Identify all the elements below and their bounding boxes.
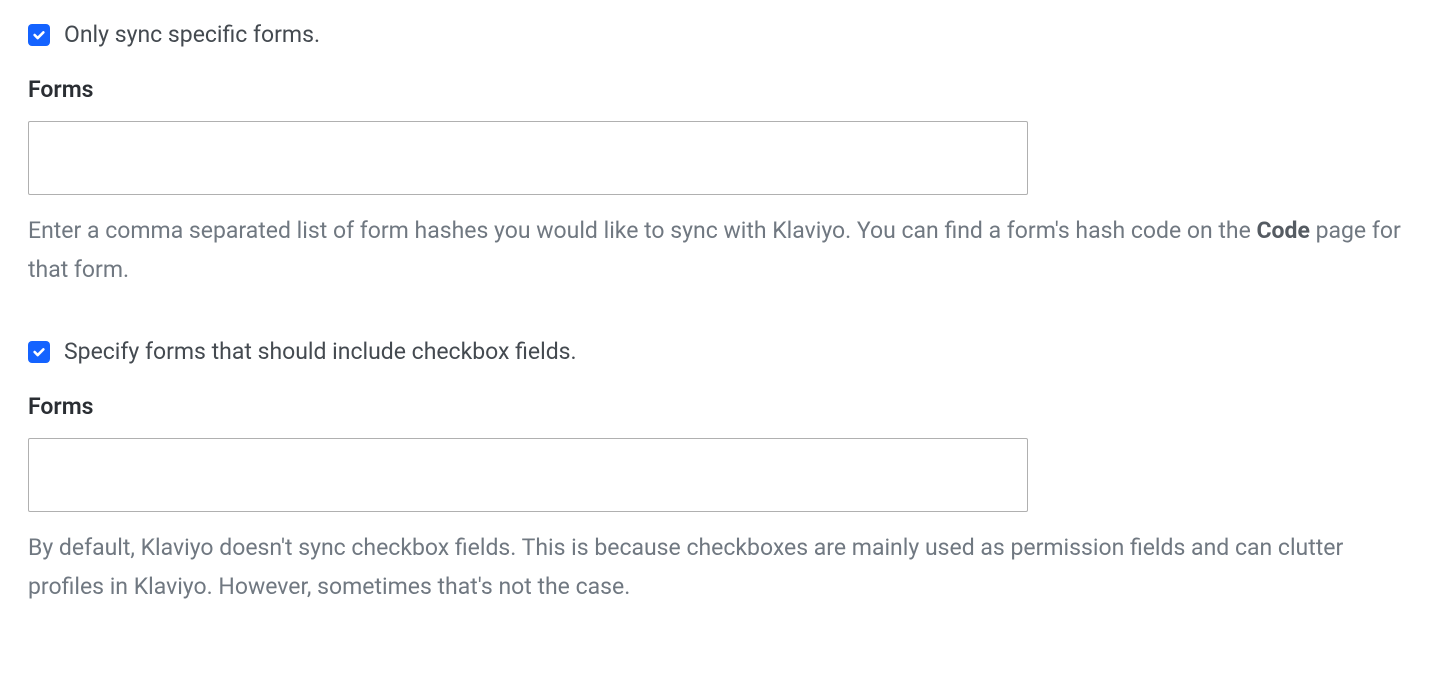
sync-specific-forms-section: Only sync specific forms. Forms Enter a … xyxy=(28,20,1416,289)
sync-specific-forms-checkbox[interactable] xyxy=(28,24,50,46)
checkbox-fields-row: Specify forms that should include checkb… xyxy=(28,337,1416,367)
forms-helper-1: Enter a comma separated list of form has… xyxy=(28,211,1408,289)
helper-text-pre: Enter a comma separated list of form has… xyxy=(28,217,1256,244)
checkmark-icon xyxy=(32,345,46,359)
forms-label-2: Forms xyxy=(28,393,1416,420)
sync-specific-forms-row: Only sync specific forms. xyxy=(28,20,1416,50)
forms-input-2[interactable] xyxy=(28,438,1028,512)
forms-helper-2: By default, Klaviyo doesn't sync checkbo… xyxy=(28,528,1408,606)
checkbox-fields-section: Specify forms that should include checkb… xyxy=(28,337,1416,606)
forms-label-1: Forms xyxy=(28,76,1416,103)
checkbox-fields-label: Specify forms that should include checkb… xyxy=(64,337,577,367)
forms-input-1[interactable] xyxy=(28,121,1028,195)
helper-text-bold: Code xyxy=(1256,217,1309,244)
sync-specific-forms-label: Only sync specific forms. xyxy=(64,20,320,50)
checkmark-icon xyxy=(32,28,46,42)
checkbox-fields-checkbox[interactable] xyxy=(28,341,50,363)
